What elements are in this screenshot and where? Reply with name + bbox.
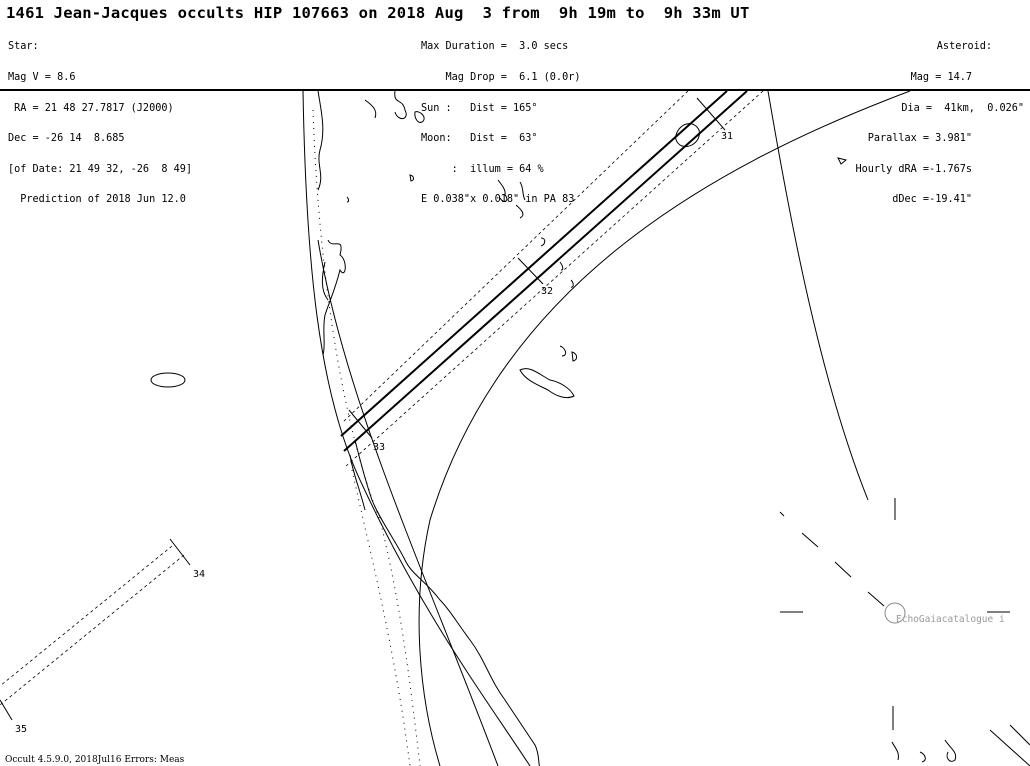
star-line: Mag V = 8.6: [8, 72, 76, 83]
time-label: 33: [373, 442, 385, 453]
graticule-line: [767, 91, 869, 501]
prediction-header: 1461 Jean-Jacques occults HIP 107663 on …: [0, 0, 1030, 205]
asteroid-line: Mag = 14.7: [910, 72, 972, 83]
dotted-boundary: [312, 109, 421, 766]
time-label: 32: [541, 286, 553, 297]
shadow-path: [340, 91, 764, 467]
target-crosshair: [779, 498, 1030, 766]
time-label: 35: [15, 724, 27, 735]
time-label: 31: [721, 131, 733, 142]
star-line: Star:: [8, 41, 39, 53]
time-tick: [169, 538, 191, 566]
coastline: [317, 91, 957, 766]
catalogue-watermark: EchoGaiacatalogue i: [896, 614, 1005, 625]
time-tick: [517, 257, 544, 285]
event-line: Max Duration = 3.0 secs: [421, 41, 569, 53]
graticule-line: [418, 91, 911, 766]
time-label: 34: [193, 569, 205, 580]
event-line: Mag Drop = 6.1 (0.0r): [421, 72, 581, 83]
occultation-path-map: 31 32 33 34 35: [0, 91, 1030, 766]
software-version: Occult 4.5.9.0, 2018Jul16 Errors: Meas: [5, 755, 185, 765]
dotted-boundary: [351, 469, 411, 766]
time-tick: [0, 699, 13, 721]
time-tick: [348, 409, 373, 439]
event-title: 1461 Jean-Jacques occults HIP 107663 on …: [6, 4, 750, 22]
shadow-path-segment: [0, 545, 185, 706]
earth-limb: [302, 91, 531, 766]
asteroid-line: Asteroid:: [936, 41, 992, 53]
star-ellipse: [150, 372, 186, 388]
